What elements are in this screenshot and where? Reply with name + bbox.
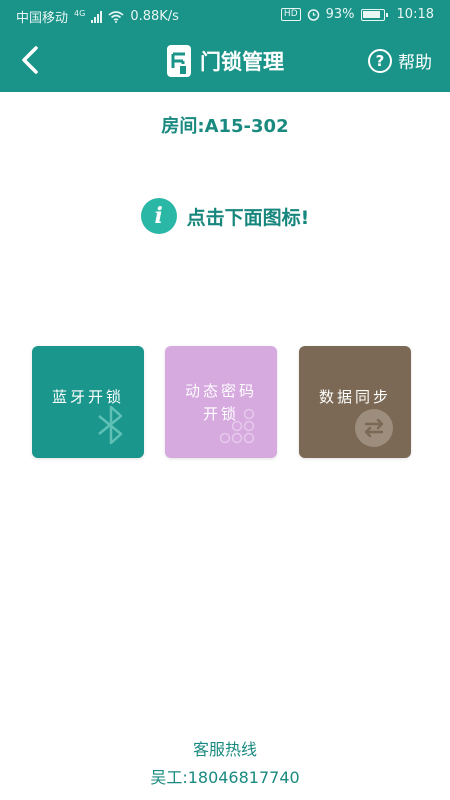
help-icon: ? [368, 48, 392, 73]
signal-icon [91, 10, 103, 23]
data-sync-label: 数据同步 [318, 388, 391, 406]
room-number: 房间:A15-302 [161, 116, 289, 137]
bluetooth-unlock-button[interactable]: 蓝牙开锁 [32, 346, 144, 458]
help-label: 帮助 [398, 53, 432, 73]
dynamic-password-label-line1: 动态密码 [184, 382, 257, 400]
sync-icon [355, 409, 393, 447]
tip-text: 点击下面图标! [186, 206, 310, 229]
app-header: 中国移动 4G 0.88K/s HD 93% 10:18 门锁管理 ? 帮助 [0, 0, 450, 92]
carrier-name: 中国移动 [16, 11, 69, 26]
info-icon: i [140, 198, 177, 234]
hotline-label: 客服热线 [192, 740, 257, 759]
instruction-tip: i 点击下面图标! [0, 198, 450, 234]
page-title: 门锁管理 [200, 50, 284, 74]
dynamic-password-unlock-button[interactable]: 动态密码 开锁 [165, 346, 277, 458]
bluetooth-icon [98, 405, 123, 445]
network-type: 4G [74, 9, 86, 18]
status-left: 中国移动 4G 0.88K/s [16, 7, 179, 26]
battery-icon [360, 8, 388, 21]
hotline-contact[interactable]: 吴工:18046817740 [0, 764, 450, 792]
battery-percent: 93% [325, 7, 355, 22]
footer: 客服热线 吴工:18046817740 [0, 736, 450, 792]
door-lock-icon [167, 45, 191, 77]
wifi-icon [108, 10, 124, 23]
help-button[interactable]: ? 帮助 [368, 48, 432, 73]
status-bar: 中国移动 4G 0.88K/s HD 93% 10:18 [0, 0, 450, 30]
keypad-icon [219, 408, 255, 444]
status-right: HD 93% 10:18 [280, 7, 434, 22]
nav-bar: 门锁管理 ? 帮助 [0, 30, 450, 92]
hd-badge: HD [280, 8, 301, 21]
alarm-icon [307, 9, 319, 21]
action-tiles: 蓝牙开锁 动态密码 开锁 数据同步 [32, 346, 412, 458]
data-sync-button[interactable]: 数据同步 [299, 346, 411, 458]
network-speed: 0.88K/s [130, 9, 179, 24]
clock: 10:18 [396, 7, 434, 22]
